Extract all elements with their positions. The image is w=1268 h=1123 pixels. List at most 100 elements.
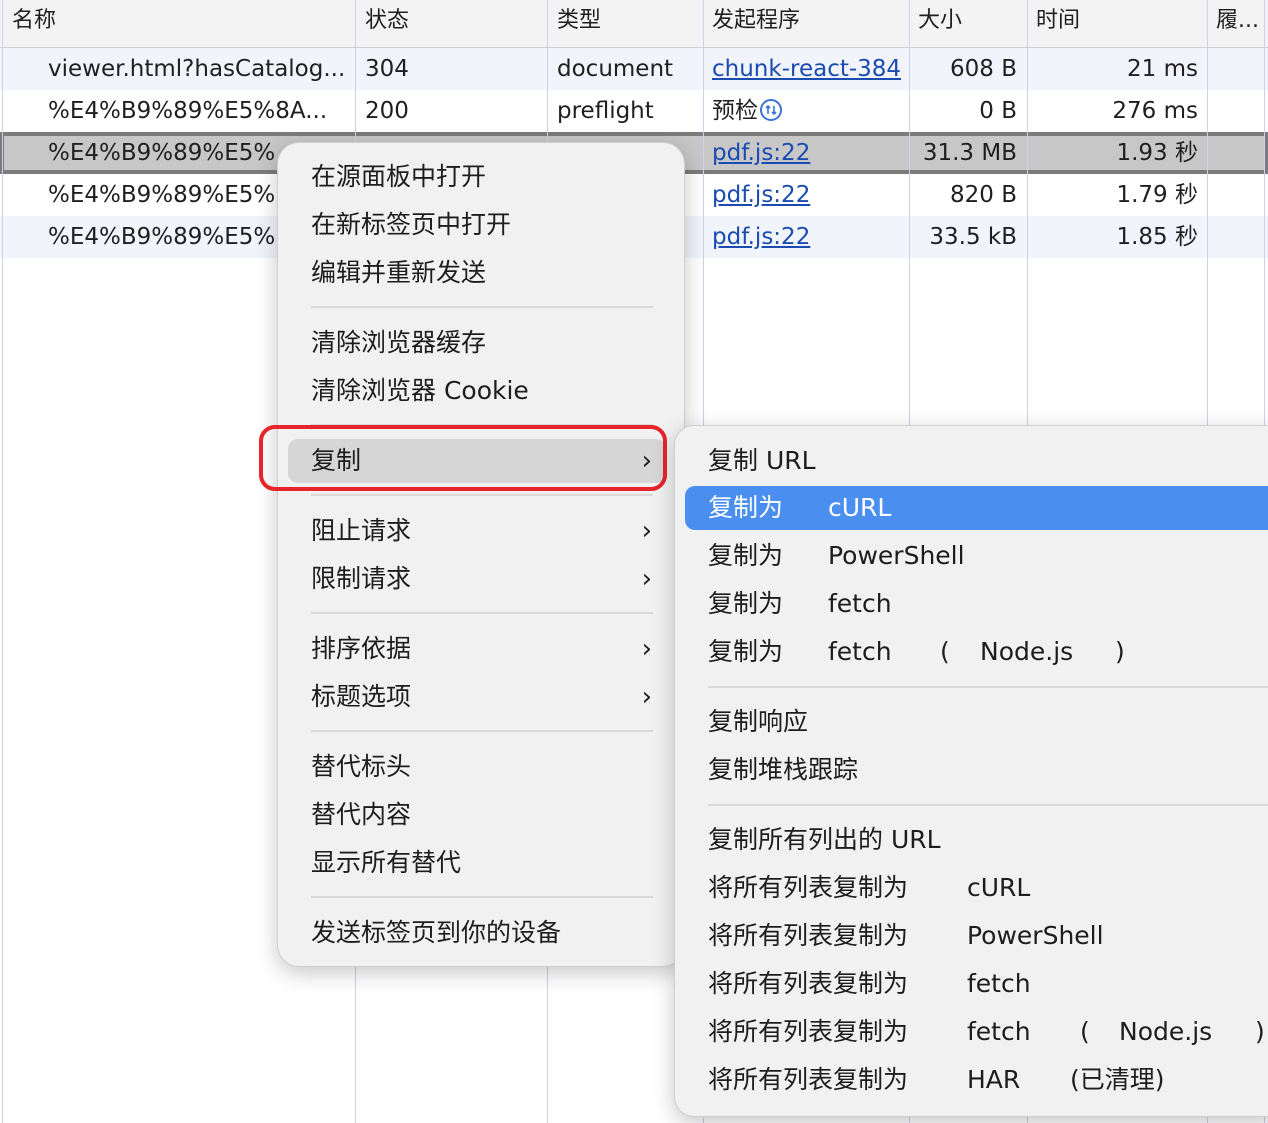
cell-initiator-link[interactable]: chunk-react-384 — [712, 48, 907, 90]
menu-item-throttle-request-label: 限制请求 — [311, 564, 412, 593]
menu-item-override-headers[interactable]: 替代标头 — [288, 745, 666, 789]
copy-all-prefix: 将所有列表复制为 — [708, 1065, 909, 1094]
cell-size: 33.5 kB — [929, 224, 1017, 250]
column-header-type[interactable]: 类型 — [557, 0, 697, 47]
highlight-annotation-box — [259, 425, 667, 491]
submenu-item-copy-all-as-har[interactable]: 将所有列表复制为 HAR (已清理) — [685, 1058, 1268, 1102]
cell-initiator-link[interactable]: pdf.js:22 — [712, 216, 907, 258]
chevron-right-icon: › — [641, 516, 652, 546]
cell-status: 200 — [365, 98, 409, 124]
menu-item-edit-and-resend[interactable]: 编辑并重新发送 — [288, 251, 666, 295]
submenu-item-copy-as-fetch-node[interactable]: 复制为 fetch ( Node.js ) — [685, 630, 1268, 674]
cell-type: preflight — [557, 98, 654, 124]
cell-name: viewer.html?hasCatalog... — [48, 56, 343, 82]
chevron-right-icon: › — [641, 682, 652, 712]
menu-item-clear-cookies[interactable]: 清除浏览器 Cookie — [288, 369, 666, 413]
menu-item-clear-cache[interactable]: 清除浏览器缓存 — [288, 321, 666, 365]
column-header-status[interactable]: 状态 — [365, 0, 545, 47]
copy-all-format: cURL — [967, 873, 1031, 902]
cell-initiator-link[interactable]: pdf.js:22 — [712, 174, 907, 216]
copy-as-prefix: 复制为 — [708, 493, 784, 522]
submenu-separator — [708, 804, 1268, 806]
submenu-item-copy-all-as-fetch[interactable]: 将所有列表复制为 fetch — [685, 962, 1268, 1006]
submenu-item-copy-all-urls[interactable]: 复制所有列出的 URL — [685, 818, 1268, 862]
context-menu: 在源面板中打开 在新标签页中打开 编辑并重新发送 清除浏览器缓存 清除浏览器 C… — [277, 142, 685, 967]
cell-time: 21 ms — [1127, 56, 1198, 82]
menu-item-send-tab-to-devices[interactable]: 发送标签页到你的设备 — [288, 911, 666, 955]
menu-item-sort-by-label: 排序依据 — [311, 634, 412, 663]
column-header-name[interactable]: 名称 — [12, 0, 352, 47]
copy-all-format: HAR — [967, 1065, 1021, 1094]
menu-item-sort-by[interactable]: 排序依据 › — [288, 627, 666, 671]
submenu-item-copy-all-as-powershell[interactable]: 将所有列表复制为 PowerShell — [685, 914, 1268, 958]
paren-close: ) — [1255, 1017, 1265, 1046]
copy-all-prefix: 将所有列表复制为 — [708, 969, 909, 998]
table-row[interactable]: %E4%B9%89%E5%8A... 200 preflight 预检 0 B … — [0, 90, 1268, 132]
column-header-waterfall[interactable]: 履... — [1216, 0, 1266, 47]
submenu-separator — [708, 686, 1268, 688]
cell-size: 608 B — [950, 56, 1017, 82]
cell-initiator: 预检 — [712, 90, 907, 132]
cell-type: document — [557, 56, 674, 82]
menu-item-header-options-label: 标题选项 — [311, 682, 412, 711]
copy-as-prefix: 复制为 — [708, 541, 784, 570]
chevron-right-icon: › — [641, 634, 652, 664]
submenu-item-copy-stack-trace[interactable]: 复制堆栈跟踪 — [685, 748, 1268, 792]
copy-all-prefix: 将所有列表复制为 — [708, 873, 909, 902]
copy-as-prefix: 复制为 — [708, 637, 784, 666]
cell-time: 276 ms — [1112, 98, 1198, 124]
column-header-size[interactable]: 大小 — [918, 0, 1018, 47]
cell-size: 820 B — [950, 182, 1017, 208]
copy-as-format: cURL — [828, 493, 892, 522]
paren-close: ) — [1115, 637, 1125, 666]
column-header-initiator[interactable]: 发起程序 — [712, 0, 902, 47]
submenu-item-copy-url[interactable]: 复制 URL — [685, 439, 1268, 483]
column-divider — [2, 0, 3, 1123]
menu-item-block-request-label: 阻止请求 — [311, 516, 412, 545]
cell-time: 1.85 秒 — [1116, 224, 1198, 250]
preflight-arrows-icon[interactable] — [760, 99, 782, 121]
table-row[interactable]: viewer.html?hasCatalog... 304 document c… — [0, 48, 1268, 90]
menu-item-throttle-request[interactable]: 限制请求 › — [288, 557, 666, 601]
har-sanitized-note: (已清理) — [1070, 1065, 1165, 1094]
submenu-item-copy-as-fetch[interactable]: 复制为 fetch — [685, 582, 1268, 626]
table-header: 名称 状态 类型 发起程序 大小 时间 履... — [0, 0, 1268, 48]
column-header-time[interactable]: 时间 — [1036, 0, 1196, 47]
chevron-right-icon: › — [641, 564, 652, 594]
submenu-item-copy-all-as-curl[interactable]: 将所有列表复制为 cURL — [685, 866, 1268, 910]
menu-separator — [311, 730, 653, 732]
menu-item-open-in-sources[interactable]: 在源面板中打开 — [288, 155, 666, 199]
copy-as-format: fetch — [828, 589, 892, 618]
cell-name: %E4%B9%89%E5%8A... — [48, 98, 328, 124]
menu-item-override-content[interactable]: 替代内容 — [288, 793, 666, 837]
paren-open: ( — [1080, 1017, 1090, 1046]
copy-all-prefix: 将所有列表复制为 — [708, 921, 909, 950]
menu-item-open-in-new-tab[interactable]: 在新标签页中打开 — [288, 203, 666, 247]
copy-all-format: PowerShell — [967, 921, 1104, 950]
copy-as-runtime: Node.js — [980, 637, 1074, 666]
cell-size: 0 B — [979, 98, 1017, 124]
copy-all-format: fetch — [967, 1017, 1031, 1046]
copy-as-prefix: 复制为 — [708, 589, 784, 618]
copy-all-format: fetch — [967, 969, 1031, 998]
menu-item-block-request[interactable]: 阻止请求 › — [288, 509, 666, 553]
cell-time: 1.79 秒 — [1116, 182, 1198, 208]
preflight-label: 预检 — [712, 98, 758, 124]
submenu-item-copy-response[interactable]: 复制响应 — [685, 700, 1268, 744]
copy-all-runtime: Node.js — [1119, 1017, 1213, 1046]
cell-status: 304 — [365, 56, 409, 82]
cell-size: 31.3 MB — [922, 140, 1017, 166]
menu-separator — [311, 494, 653, 496]
cell-time: 1.93 秒 — [1116, 140, 1198, 166]
menu-separator — [311, 612, 653, 614]
cell-initiator-link[interactable]: pdf.js:22 — [712, 132, 907, 174]
submenu-item-copy-as-powershell[interactable]: 复制为 PowerShell — [685, 534, 1268, 578]
copy-as-format: fetch — [828, 637, 892, 666]
copy-submenu: 复制 URL 复制为 cURL 复制为 PowerShell 复制为 fetch… — [674, 425, 1268, 1117]
submenu-item-copy-as-curl[interactable]: 复制为 cURL — [685, 486, 1268, 530]
menu-separator — [311, 306, 653, 308]
menu-item-show-all-overrides[interactable]: 显示所有替代 — [288, 841, 666, 885]
menu-item-header-options[interactable]: 标题选项 › — [288, 675, 666, 719]
submenu-item-copy-all-as-fetch-node[interactable]: 将所有列表复制为 fetch ( Node.js ) — [685, 1010, 1268, 1054]
copy-all-prefix: 将所有列表复制为 — [708, 1017, 909, 1046]
